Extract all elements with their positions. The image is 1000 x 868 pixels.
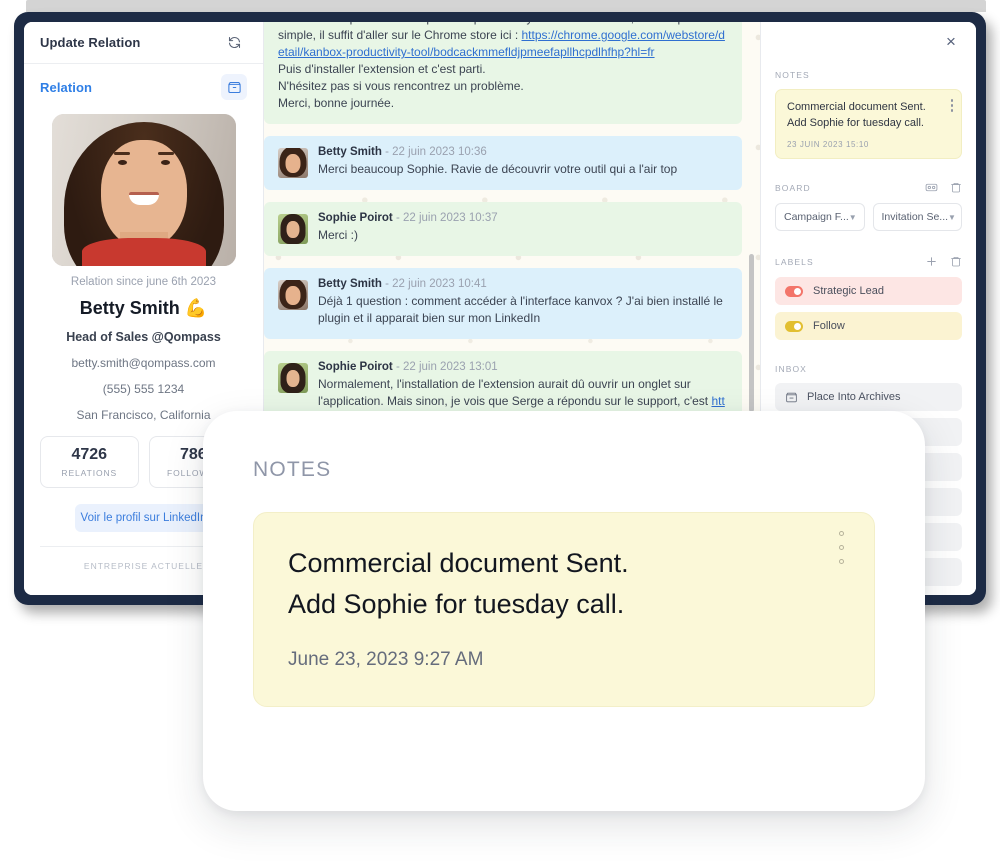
chat-message: Betty Smith - 22 juin 2023 10:41 Déjà 1 q… bbox=[264, 268, 742, 340]
note-card[interactable]: Commercial document Sent. Add Sophie for… bbox=[775, 89, 962, 160]
chat-message-body: Jean m'a dit que vous étiez partante pou… bbox=[278, 22, 725, 111]
relation-tabrow: Relation bbox=[24, 64, 263, 106]
modal-note-card[interactable]: Commercial document Sent. Add Sophie for… bbox=[253, 512, 875, 707]
chat-message: Betty Smith - 22 juin 2023 10:36 Merci be… bbox=[264, 136, 742, 191]
chat-message-header: Sophie Poirot - 22 juin 2023 10:37 bbox=[318, 212, 728, 224]
chat-message: Sophie Poirot - 22 juin 2023 10:37 Merci … bbox=[264, 202, 742, 257]
label-name: Follow bbox=[813, 320, 845, 333]
view-linkedin-profile-button[interactable]: Voir le profil sur LinkedIn bbox=[74, 504, 213, 532]
notes-modal: NOTES Commercial document Sent. Add Soph… bbox=[203, 411, 925, 811]
stat-value: 4726 bbox=[71, 446, 108, 463]
modal-note-line1: Commercial document Sent. bbox=[288, 548, 629, 578]
sync-icon[interactable] bbox=[221, 30, 247, 56]
screen-root: Update Relation Relation Relation since … bbox=[0, 0, 1000, 868]
contact-email[interactable]: betty.smith@qompass.com bbox=[24, 356, 263, 370]
notes-section-header: NOTES bbox=[775, 70, 962, 80]
campaign-select-value: Campaign F... bbox=[784, 211, 849, 224]
label-name: Strategic Lead bbox=[813, 285, 884, 298]
chat-message-body: Déjà 1 question : comment accéder à l'in… bbox=[318, 294, 723, 326]
campaign-select[interactable]: Campaign F... ▼ bbox=[775, 203, 865, 232]
chat-timestamp: - 22 juin 2023 13:01 bbox=[392, 361, 498, 374]
notes-heading: NOTES bbox=[775, 70, 810, 80]
chat-avatar bbox=[278, 363, 308, 394]
os-titlebar-strip bbox=[26, 0, 986, 12]
modal-note-line2: Add Sophie for tuesday call. bbox=[288, 589, 625, 620]
stat-label: RELATIONS bbox=[61, 468, 118, 478]
stat-relations: 4726 RELATIONS bbox=[40, 436, 139, 488]
trash-icon[interactable] bbox=[950, 181, 962, 194]
relation-panel-header: Update Relation bbox=[24, 22, 263, 64]
chat-author: Sophie Poirot bbox=[318, 361, 393, 374]
label-color-toggle[interactable] bbox=[785, 320, 803, 332]
board-heading: BOARD bbox=[775, 182, 811, 193]
more-options-icon[interactable] bbox=[839, 531, 844, 564]
inbox-item-label: Place Into Archives bbox=[807, 391, 901, 404]
board-selects: Campaign F... ▼ Invitation Se... ▼ bbox=[775, 203, 962, 232]
chat-author: Sophie Poirot bbox=[318, 212, 393, 225]
label-color-toggle[interactable] bbox=[785, 285, 803, 297]
chat-timestamp: - 22 juin 2023 10:36 bbox=[381, 146, 487, 159]
modal-title: NOTES bbox=[253, 458, 332, 481]
note-text: Commercial document Sent. Add Sophie for… bbox=[787, 101, 926, 129]
close-row: × bbox=[775, 22, 962, 62]
board-section-header: BOARD bbox=[775, 181, 962, 194]
invitation-select[interactable]: Invitation Se... ▼ bbox=[872, 203, 962, 232]
contact-job-title: Head of Sales @Qompass bbox=[66, 330, 221, 344]
contact-phone[interactable]: (555) 555 1234 bbox=[24, 382, 263, 396]
label-follow[interactable]: Follow bbox=[775, 312, 962, 341]
chat-message-link[interactable]: https://chrome.google.com/webstore/detai… bbox=[278, 28, 725, 59]
chat-avatar bbox=[278, 280, 308, 311]
chat-message: Jean m'a dit que vous étiez partante pou… bbox=[264, 22, 742, 125]
chat-avatar bbox=[278, 214, 308, 245]
label-strategic-lead[interactable]: Strategic Lead bbox=[775, 277, 962, 306]
chat-avatar bbox=[278, 148, 308, 179]
inbox-item-place-into-archives[interactable]: Place Into Archives bbox=[775, 383, 962, 412]
relation-since: Relation since june 6th 2023 bbox=[70, 276, 217, 288]
labels-section-header: LABELS bbox=[775, 255, 962, 268]
chat-message-header: Betty Smith - 22 juin 2023 10:36 bbox=[318, 146, 728, 158]
chat-message-header: Sophie Poirot - 22 juin 2023 13:01 bbox=[318, 361, 728, 373]
avatar bbox=[51, 114, 236, 266]
chat-author: Betty Smith bbox=[318, 278, 382, 291]
trash-icon[interactable] bbox=[950, 255, 962, 268]
plus-icon[interactable] bbox=[925, 255, 938, 268]
chevron-down-icon: ▼ bbox=[948, 212, 956, 222]
more-options-icon[interactable] bbox=[950, 99, 953, 112]
chat-author: Betty Smith bbox=[318, 146, 382, 159]
chevron-down-icon: ▼ bbox=[848, 212, 857, 222]
invitation-select-value: Invitation Se... bbox=[881, 211, 949, 224]
close-icon[interactable]: × bbox=[940, 31, 962, 53]
modal-note-date: June 23, 2023 9:27 AM bbox=[288, 649, 484, 671]
page-title: Update Relation bbox=[40, 35, 141, 50]
archive-box-icon[interactable] bbox=[221, 74, 247, 100]
inbox-heading: INBOX bbox=[775, 364, 807, 375]
tab-relation[interactable]: Relation bbox=[40, 80, 92, 95]
chat-timestamp: - 22 juin 2023 10:41 bbox=[381, 278, 487, 291]
inbox-section-header: INBOX bbox=[775, 364, 962, 374]
archive-icon bbox=[785, 391, 798, 404]
chat-message-body: Merci :) bbox=[318, 228, 358, 243]
chat-timestamp: - 22 juin 2023 10:37 bbox=[392, 212, 498, 225]
labels-heading: LABELS bbox=[775, 256, 814, 267]
board-icon[interactable] bbox=[925, 181, 938, 194]
contact-name: Betty Smith 💪 bbox=[79, 298, 208, 318]
note-date: 23 JUIN 2023 15:10 bbox=[787, 140, 869, 150]
scrollbar-thumb[interactable] bbox=[749, 254, 754, 412]
chat-message-body: Merci beaucoup Sophie. Ravie de découvri… bbox=[318, 162, 678, 177]
chat-message-header: Betty Smith - 22 juin 2023 10:41 bbox=[318, 278, 728, 290]
